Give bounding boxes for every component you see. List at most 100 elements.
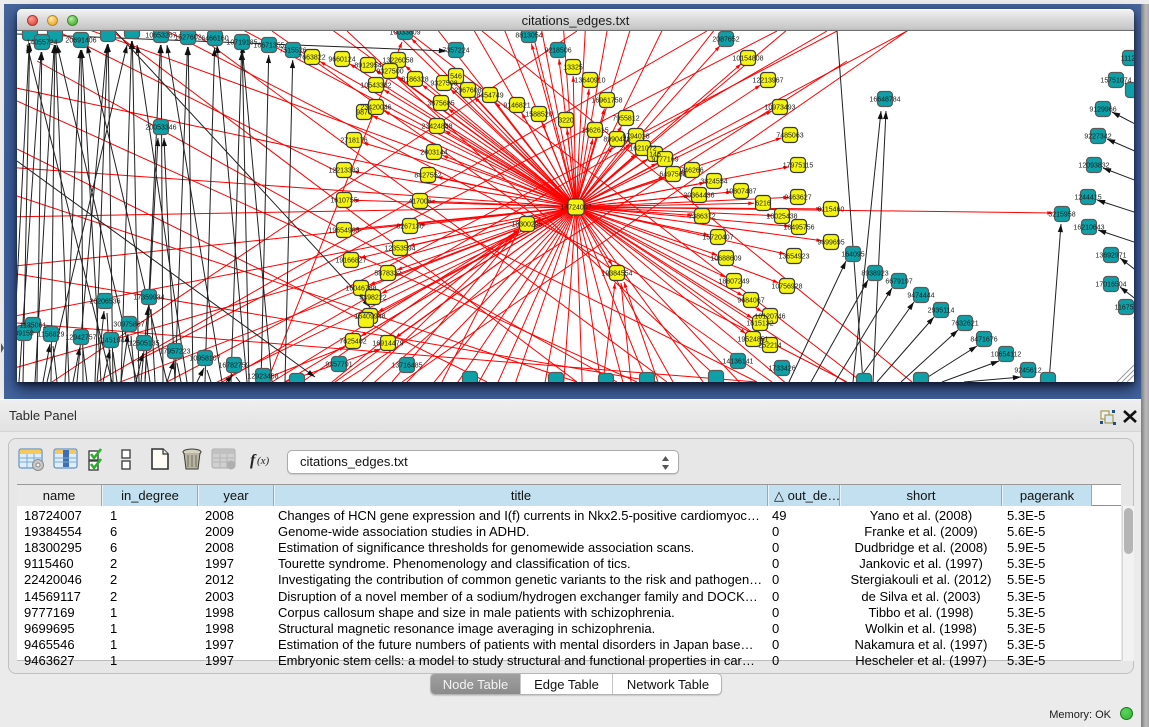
svg-text:1244415: 1244415 [1074, 195, 1101, 202]
svg-text:12923468: 12923468 [247, 374, 278, 381]
svg-text:16961758: 16961758 [591, 98, 622, 105]
svg-text:8471676: 8471676 [970, 337, 997, 344]
svg-text:9227342: 9227342 [1084, 134, 1111, 141]
svg-text:10543382: 10543382 [360, 83, 391, 90]
svg-text:746266: 746266 [680, 168, 703, 175]
svg-text:5498222: 5498222 [359, 295, 386, 302]
svg-text:8186328: 8186328 [401, 77, 428, 84]
svg-text:10807487: 10807487 [725, 189, 756, 196]
svg-text:18724007: 18724007 [560, 205, 591, 212]
svg-text:9699695: 9699695 [817, 240, 844, 247]
svg-text:17975115: 17975115 [783, 163, 814, 170]
svg-text:7955812: 7955812 [612, 116, 639, 123]
svg-text:8454749: 8454749 [476, 93, 503, 100]
svg-text:18807249: 18807249 [718, 279, 749, 286]
svg-text:2718176: 2718176 [340, 138, 367, 145]
svg-text:12213967: 12213967 [752, 78, 783, 85]
svg-text:10654112: 10654112 [991, 352, 1022, 359]
svg-text:20691406: 20691406 [65, 38, 96, 45]
svg-text:20053346: 20053346 [145, 125, 176, 132]
svg-text:417006: 417006 [408, 199, 431, 206]
svg-text:9327508: 9327508 [430, 81, 457, 88]
svg-text:16782759: 16782759 [218, 363, 249, 370]
svg-text:3215958: 3215958 [1048, 212, 1075, 219]
svg-text:8813054: 8813054 [515, 33, 542, 40]
svg-text:1135061: 1135061 [20, 323, 47, 330]
svg-text:8427552: 8427552 [414, 173, 441, 180]
svg-text:17016504: 17016504 [1095, 282, 1126, 289]
svg-text:9684067: 9684067 [737, 298, 764, 305]
svg-text:13716485: 13716485 [391, 363, 422, 370]
svg-text:(x): (x) [257, 455, 270, 467]
svg-text:18300295: 18300295 [511, 222, 542, 229]
svg-text:13325: 13325 [563, 65, 583, 72]
svg-text:1733426: 1733426 [768, 366, 795, 373]
svg-text:10756928: 10756928 [771, 284, 802, 291]
svg-text:10154808: 10154808 [732, 56, 763, 63]
svg-text:164095: 164095 [841, 252, 864, 259]
svg-text:19384554: 19384554 [601, 271, 632, 278]
svg-text:7625402: 7625402 [339, 339, 366, 346]
svg-text:1615132: 1615132 [746, 321, 773, 328]
svg-text:12093832: 12093832 [1078, 163, 1109, 170]
svg-text:7632621: 7632621 [951, 321, 978, 328]
svg-text:1588520: 1588520 [525, 112, 552, 119]
svg-text:15720407: 15720407 [702, 235, 733, 242]
svg-text:23424848: 23424848 [421, 124, 452, 131]
svg-text:16409948: 16409948 [354, 314, 385, 321]
svg-text:9474444: 9474444 [907, 293, 934, 300]
svg-text:10973493: 10973493 [764, 105, 795, 112]
svg-text:7485063: 7485063 [776, 133, 803, 140]
svg-text:116753: 116753 [1115, 305, 1134, 312]
svg-text:5878332: 5878332 [374, 271, 401, 278]
svg-text:10033809: 10033809 [389, 31, 420, 37]
svg-text:10653267: 10653267 [145, 33, 176, 40]
svg-text:19654963: 19654963 [328, 228, 359, 235]
svg-text:14136141: 14136141 [722, 359, 753, 366]
svg-text:11125: 11125 [1121, 56, 1134, 63]
svg-text:12353594: 12353594 [384, 246, 415, 253]
svg-text:7663822: 7663822 [298, 55, 325, 62]
svg-text:15751074: 15751074 [1100, 78, 1131, 85]
svg-text:9327500: 9327500 [376, 69, 403, 76]
svg-text:2803144: 2803144 [420, 150, 447, 157]
svg-text:6794028: 6794028 [622, 134, 649, 141]
svg-text:9129966: 9129966 [1089, 107, 1116, 114]
svg-text:18495756: 18495756 [783, 225, 814, 232]
svg-text:9660124: 9660124 [328, 57, 355, 64]
svg-text:14055724: 14055724 [26, 40, 57, 47]
svg-text:9115460: 9115460 [818, 207, 845, 214]
svg-text:1145194: 1145194 [98, 338, 125, 345]
svg-text:13640910: 13640910 [574, 78, 605, 85]
svg-text:3875685: 3875685 [427, 101, 454, 108]
svg-text:8267130: 8267130 [396, 224, 423, 231]
svg-text:19166827: 19166827 [335, 258, 366, 265]
svg-text:2935114: 2935114 [928, 308, 955, 315]
svg-text:546: 546 [450, 74, 462, 81]
svg-text:10958107: 10958107 [189, 356, 220, 363]
svg-text:16648784: 16648784 [869, 97, 900, 104]
svg-text:13654923: 13654923 [778, 254, 809, 261]
svg-text:10688609: 10688609 [710, 256, 741, 263]
svg-text:1527602: 1527602 [174, 35, 201, 42]
svg-text:10025438: 10025438 [766, 214, 797, 221]
svg-text:20206536: 20206536 [89, 299, 120, 306]
svg-text:3824554: 3824554 [700, 179, 727, 186]
svg-text:39159: 39159 [17, 331, 34, 338]
svg-text:12942757: 12942757 [65, 335, 96, 342]
svg-text:9218506: 9218506 [544, 48, 571, 55]
svg-text:10120746: 10120746 [754, 314, 785, 321]
svg-text:252214: 252214 [758, 343, 781, 350]
svg-text:7515526: 7515526 [279, 48, 306, 55]
svg-text:12213383: 12213383 [328, 168, 359, 175]
svg-text:9146821: 9146821 [503, 103, 530, 110]
svg-text:6679197: 6679197 [885, 279, 912, 286]
svg-text:30975867: 30975867 [113, 322, 144, 329]
svg-text:16914479: 16914479 [372, 341, 403, 348]
svg-text:9463627: 9463627 [784, 195, 811, 202]
svg-text:8938923: 8938923 [861, 271, 888, 278]
svg-text:13692971: 13692971 [1095, 253, 1126, 260]
svg-text:12505135: 12505135 [128, 341, 159, 348]
svg-text:20364436: 20364436 [683, 193, 714, 200]
svg-text:16046788: 16046788 [345, 286, 376, 293]
